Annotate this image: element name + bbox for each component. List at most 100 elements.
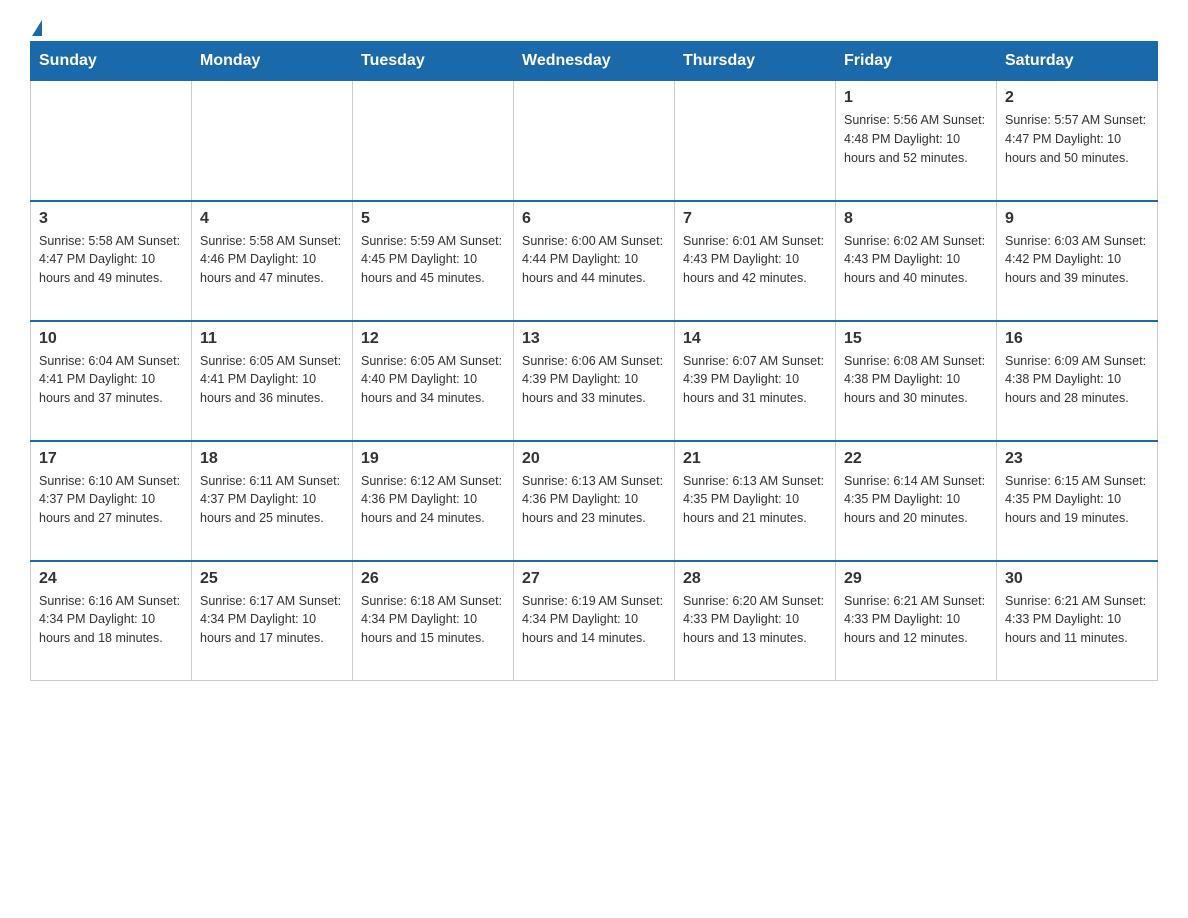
day-number: 29: [844, 570, 988, 588]
calendar-cell-w3-d1: 10 Sunrise: 6:04 AM Sunset: 4:41 PM Dayli…: [31, 321, 192, 441]
calendar-cell-w3-d6: 15 Sunrise: 6:08 AM Sunset: 4:38 PM Dayli…: [836, 321, 997, 441]
day-info: Sunrise: 6:17 AM Sunset: 4:34 PM Dayligh…: [200, 592, 344, 648]
day-info: Sunrise: 6:21 AM Sunset: 4:33 PM Dayligh…: [844, 592, 988, 648]
header-wednesday: Wednesday: [514, 42, 675, 81]
calendar-cell-w2-d2: 4Sunrise: 5:58 AM Sunset: 4:46 PM Daylig…: [192, 201, 353, 321]
header-tuesday: Tuesday: [353, 42, 514, 81]
header-sunday: Sunday: [31, 42, 192, 81]
day-info: Sunrise: 5:58 AM Sunset: 4:47 PM Dayligh…: [39, 232, 183, 288]
calendar-cell-w5-d1: 24Sunrise: 6:16 AM Sunset: 4:34 PM Dayli…: [31, 561, 192, 681]
day-number: 19: [361, 450, 505, 468]
calendar-cell-w4-d6: 22Sunrise: 6:14 AM Sunset: 4:35 PM Dayli…: [836, 441, 997, 561]
week-row-1: 1 Sunrise: 5:56 AM Sunset: 4:48 PM Daylig…: [31, 81, 1158, 201]
calendar-cell-w5-d6: 29 Sunrise: 6:21 AM Sunset: 4:33 PM Dayli…: [836, 561, 997, 681]
day-number: 13: [522, 330, 666, 348]
calendar-cell-w3-d3: 12 Sunrise: 6:05 AM Sunset: 4:40 PM Dayli…: [353, 321, 514, 441]
calendar-cell-w3-d4: 13 Sunrise: 6:06 AM Sunset: 4:39 PM Dayli…: [514, 321, 675, 441]
day-info: Sunrise: 6:02 AM Sunset: 4:43 PM Dayligh…: [844, 232, 988, 288]
calendar-cell-w1-d3: [353, 81, 514, 201]
day-info: Sunrise: 5:57 AM Sunset: 4:47 PM Dayligh…: [1005, 111, 1149, 167]
day-number: 14: [683, 330, 827, 348]
calendar-header-row: SundayMondayTuesdayWednesdayThursdayFrid…: [31, 42, 1158, 81]
day-info: Sunrise: 6:04 AM Sunset: 4:41 PM Dayligh…: [39, 352, 183, 408]
calendar-cell-w2-d6: 8 Sunrise: 6:02 AM Sunset: 4:43 PM Daylig…: [836, 201, 997, 321]
logo-triangle-icon: [32, 20, 42, 36]
calendar-cell-w5-d4: 27Sunrise: 6:19 AM Sunset: 4:34 PM Dayli…: [514, 561, 675, 681]
day-number: 15: [844, 330, 988, 348]
calendar-cell-w2-d7: 9Sunrise: 6:03 AM Sunset: 4:42 PM Daylig…: [997, 201, 1158, 321]
day-number: 30: [1005, 570, 1149, 588]
day-info: Sunrise: 6:10 AM Sunset: 4:37 PM Dayligh…: [39, 472, 183, 528]
day-number: 28: [683, 570, 827, 588]
calendar-cell-w5-d7: 30 Sunrise: 6:21 AM Sunset: 4:33 PM Dayli…: [997, 561, 1158, 681]
day-number: 20: [522, 450, 666, 468]
calendar-cell-w1-d4: [514, 81, 675, 201]
calendar-cell-w2-d5: 7 Sunrise: 6:01 AM Sunset: 4:43 PM Daylig…: [675, 201, 836, 321]
day-number: 23: [1005, 450, 1149, 468]
week-row-4: 17Sunrise: 6:10 AM Sunset: 4:37 PM Dayli…: [31, 441, 1158, 561]
day-info: Sunrise: 6:07 AM Sunset: 4:39 PM Dayligh…: [683, 352, 827, 408]
day-number: 26: [361, 570, 505, 588]
header-monday: Monday: [192, 42, 353, 81]
day-info: Sunrise: 5:56 AM Sunset: 4:48 PM Dayligh…: [844, 111, 988, 167]
header-saturday: Saturday: [997, 42, 1158, 81]
page-header: [30, 20, 1158, 31]
day-number: 1: [844, 89, 988, 107]
day-number: 5: [361, 210, 505, 228]
header-friday: Friday: [836, 42, 997, 81]
calendar-cell-w4-d3: 19 Sunrise: 6:12 AM Sunset: 4:36 PM Dayli…: [353, 441, 514, 561]
calendar-cell-w5-d5: 28 Sunrise: 6:20 AM Sunset: 4:33 PM Dayli…: [675, 561, 836, 681]
calendar-cell-w2-d4: 6 Sunrise: 6:00 AM Sunset: 4:44 PM Daylig…: [514, 201, 675, 321]
calendar-cell-w2-d1: 3Sunrise: 5:58 AM Sunset: 4:47 PM Daylig…: [31, 201, 192, 321]
day-info: Sunrise: 6:09 AM Sunset: 4:38 PM Dayligh…: [1005, 352, 1149, 408]
day-number: 9: [1005, 210, 1149, 228]
header-thursday: Thursday: [675, 42, 836, 81]
day-number: 21: [683, 450, 827, 468]
week-row-5: 24Sunrise: 6:16 AM Sunset: 4:34 PM Dayli…: [31, 561, 1158, 681]
week-row-3: 10 Sunrise: 6:04 AM Sunset: 4:41 PM Dayli…: [31, 321, 1158, 441]
calendar-cell-w1-d7: 2Sunrise: 5:57 AM Sunset: 4:47 PM Daylig…: [997, 81, 1158, 201]
day-info: Sunrise: 6:01 AM Sunset: 4:43 PM Dayligh…: [683, 232, 827, 288]
day-number: 6: [522, 210, 666, 228]
day-info: Sunrise: 6:00 AM Sunset: 4:44 PM Dayligh…: [522, 232, 666, 288]
day-number: 7: [683, 210, 827, 228]
day-info: Sunrise: 6:05 AM Sunset: 4:40 PM Dayligh…: [361, 352, 505, 408]
day-info: Sunrise: 6:15 AM Sunset: 4:35 PM Dayligh…: [1005, 472, 1149, 528]
day-info: Sunrise: 6:21 AM Sunset: 4:33 PM Dayligh…: [1005, 592, 1149, 648]
calendar-cell-w5-d3: 26 Sunrise: 6:18 AM Sunset: 4:34 PM Dayli…: [353, 561, 514, 681]
calendar-table: SundayMondayTuesdayWednesdayThursdayFrid…: [30, 41, 1158, 681]
day-info: Sunrise: 6:19 AM Sunset: 4:34 PM Dayligh…: [522, 592, 666, 648]
calendar-cell-w1-d5: [675, 81, 836, 201]
day-number: 12: [361, 330, 505, 348]
day-info: Sunrise: 6:05 AM Sunset: 4:41 PM Dayligh…: [200, 352, 344, 408]
calendar-cell-w1-d2: [192, 81, 353, 201]
calendar-cell-w1-d6: 1 Sunrise: 5:56 AM Sunset: 4:48 PM Daylig…: [836, 81, 997, 201]
calendar-cell-w5-d2: 25 Sunrise: 6:17 AM Sunset: 4:34 PM Dayli…: [192, 561, 353, 681]
day-number: 8: [844, 210, 988, 228]
day-info: Sunrise: 6:12 AM Sunset: 4:36 PM Dayligh…: [361, 472, 505, 528]
day-number: 25: [200, 570, 344, 588]
day-number: 18: [200, 450, 344, 468]
day-number: 10: [39, 330, 183, 348]
day-info: Sunrise: 6:18 AM Sunset: 4:34 PM Dayligh…: [361, 592, 505, 648]
day-number: 16: [1005, 330, 1149, 348]
day-info: Sunrise: 5:58 AM Sunset: 4:46 PM Dayligh…: [200, 232, 344, 288]
calendar-cell-w3-d7: 16 Sunrise: 6:09 AM Sunset: 4:38 PM Dayli…: [997, 321, 1158, 441]
calendar-cell-w4-d2: 18Sunrise: 6:11 AM Sunset: 4:37 PM Dayli…: [192, 441, 353, 561]
day-info: Sunrise: 6:16 AM Sunset: 4:34 PM Dayligh…: [39, 592, 183, 648]
calendar-cell-w4-d4: 20 Sunrise: 6:13 AM Sunset: 4:36 PM Dayli…: [514, 441, 675, 561]
calendar-cell-w3-d5: 14 Sunrise: 6:07 AM Sunset: 4:39 PM Dayli…: [675, 321, 836, 441]
day-number: 22: [844, 450, 988, 468]
calendar-cell-w1-d1: [31, 81, 192, 201]
calendar-cell-w4-d7: 23 Sunrise: 6:15 AM Sunset: 4:35 PM Dayli…: [997, 441, 1158, 561]
calendar-cell-w4-d5: 21Sunrise: 6:13 AM Sunset: 4:35 PM Dayli…: [675, 441, 836, 561]
day-info: Sunrise: 6:20 AM Sunset: 4:33 PM Dayligh…: [683, 592, 827, 648]
calendar-cell-w4-d1: 17Sunrise: 6:10 AM Sunset: 4:37 PM Dayli…: [31, 441, 192, 561]
day-info: Sunrise: 5:59 AM Sunset: 4:45 PM Dayligh…: [361, 232, 505, 288]
day-info: Sunrise: 6:08 AM Sunset: 4:38 PM Dayligh…: [844, 352, 988, 408]
logo: [30, 20, 42, 31]
day-info: Sunrise: 6:13 AM Sunset: 4:36 PM Dayligh…: [522, 472, 666, 528]
calendar-cell-w3-d2: 11 Sunrise: 6:05 AM Sunset: 4:41 PM Dayli…: [192, 321, 353, 441]
day-info: Sunrise: 6:06 AM Sunset: 4:39 PM Dayligh…: [522, 352, 666, 408]
day-number: 11: [200, 330, 344, 348]
